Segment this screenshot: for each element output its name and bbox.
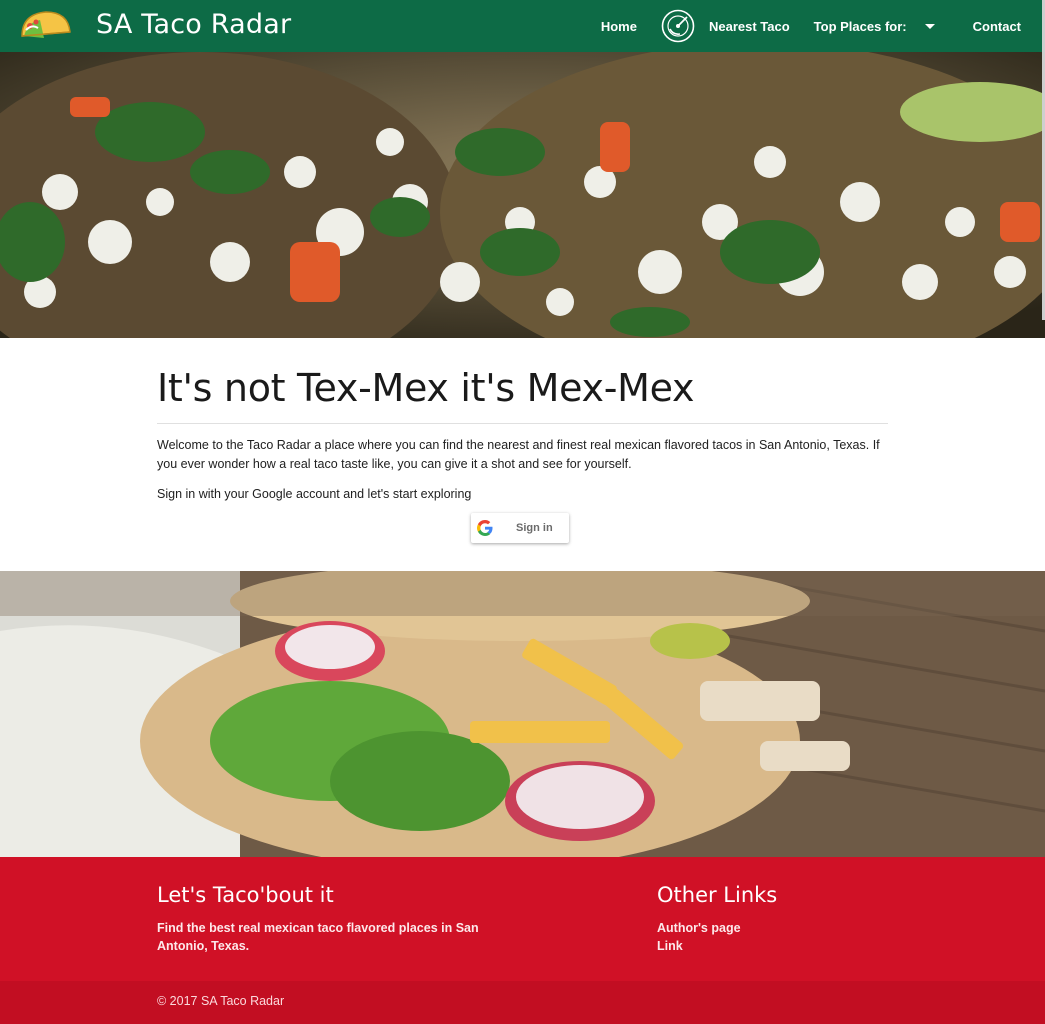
copyright-bar: © 2017 SA Taco Radar	[0, 981, 1045, 1024]
google-g-icon	[477, 520, 493, 536]
hero-food-illustration	[0, 52, 1045, 338]
nav-nearest-taco[interactable]: Nearest Taco	[649, 0, 802, 52]
footer-links: Author's page Link	[657, 919, 957, 955]
hero-image	[0, 52, 1045, 338]
divider	[157, 423, 888, 424]
footer-links-title: Other Links	[657, 883, 778, 907]
copyright-text: © 2017 SA Taco Radar	[157, 994, 285, 1008]
footer-tagline: Find the best real mexican taco flavored…	[157, 921, 479, 953]
footer-title: Let's Taco'bout it	[157, 883, 334, 907]
brand-title[interactable]: SA Taco Radar	[96, 9, 291, 40]
top-navbar: SA Taco Radar Home Nearest Taco Top Plac…	[0, 0, 1045, 52]
nav-nearest-label: Nearest Taco	[708, 18, 790, 34]
nav-top-places-dropdown[interactable]: Top Places for:	[802, 0, 947, 52]
signin-prompt: Sign in with your Google account and let…	[157, 487, 472, 501]
nav-home[interactable]: Home	[589, 0, 649, 52]
radar-icon	[661, 9, 695, 43]
nav-top-places-label: Top Places for:	[813, 18, 907, 34]
footer-link-authors-page[interactable]: Author's page	[657, 919, 957, 937]
footer-links-section: Other Links Author's page Link	[657, 883, 957, 955]
nav-contact[interactable]: Contact	[947, 0, 1033, 52]
page-title: It's not Tex-Mex it's Mex-Mex	[157, 366, 695, 410]
signin-label: Sign in	[516, 522, 553, 534]
taco-close-up-illustration	[0, 571, 1045, 858]
main-content: It's not Tex-Mex it's Mex-Mex Welcome to…	[157, 338, 888, 543]
taco-logo-icon[interactable]	[18, 6, 72, 46]
footer-about: Let's Taco'bout it Find the best real me…	[157, 883, 517, 955]
nav-links: Home Nearest Taco Top Places for: Contac…	[589, 0, 1033, 52]
parallax-image	[0, 571, 1045, 858]
google-signin-button[interactable]: Sign in	[471, 513, 569, 543]
chevron-down-icon	[924, 23, 935, 29]
footer-link-link[interactable]: Link	[657, 937, 957, 955]
page-footer: Let's Taco'bout it Find the best real me…	[0, 857, 1045, 1024]
welcome-text: Welcome to the Taco Radar a place where …	[157, 438, 880, 471]
